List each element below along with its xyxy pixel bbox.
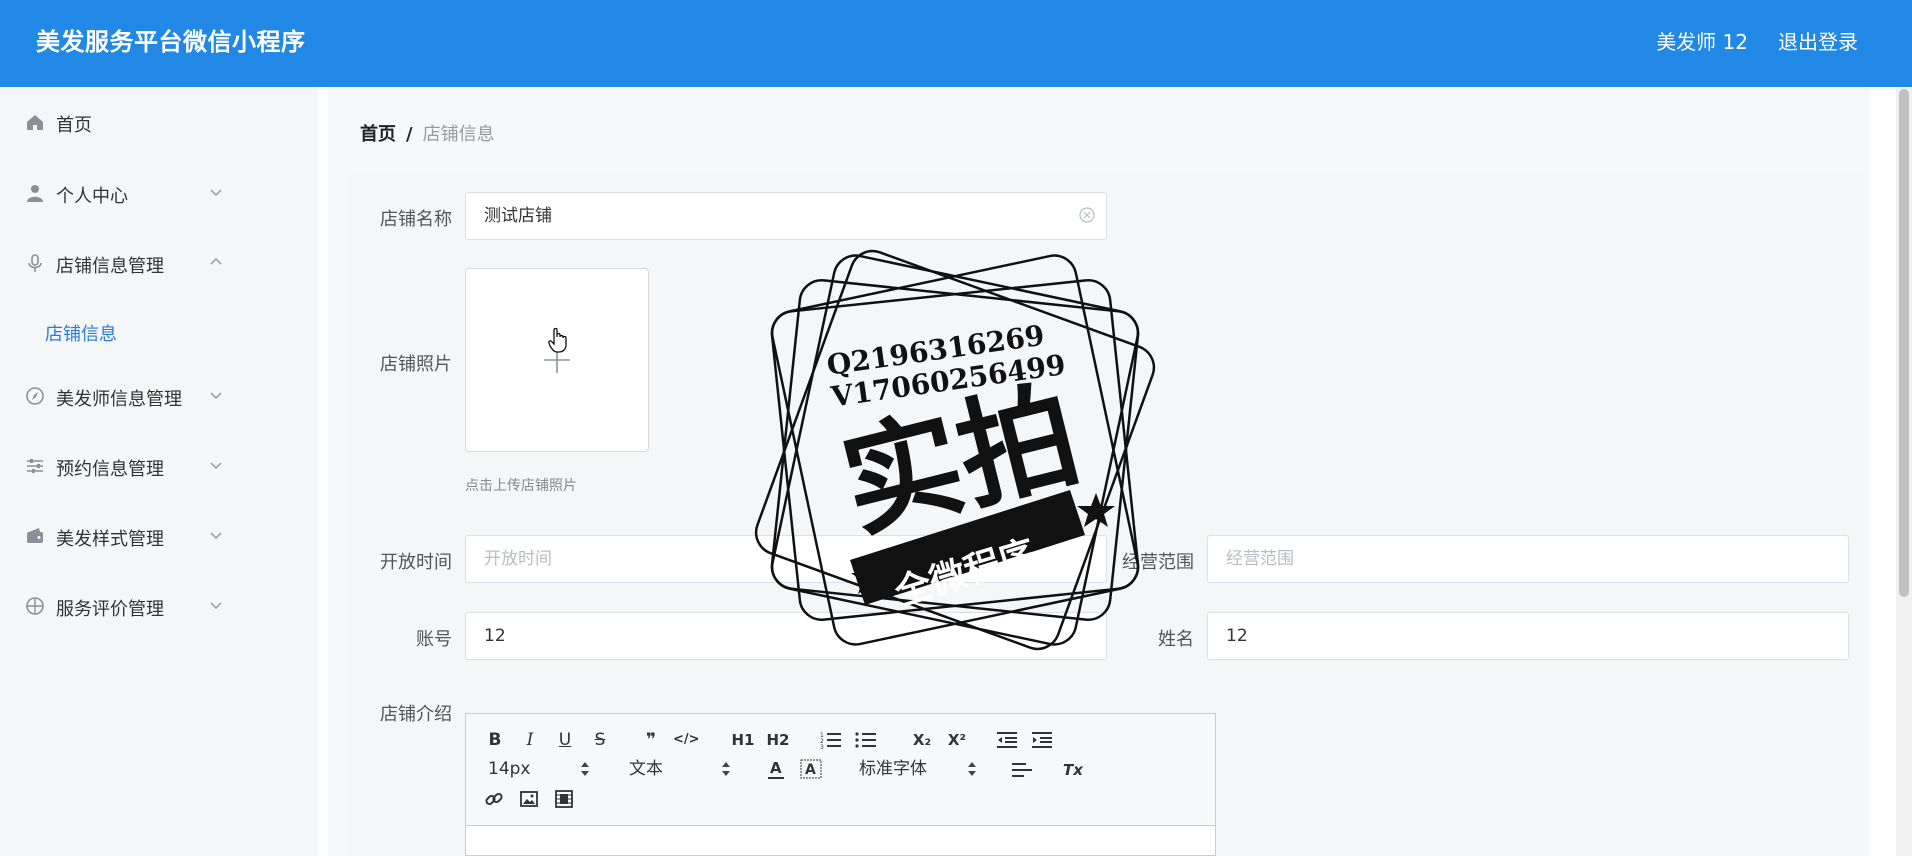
chevron-down-icon xyxy=(210,532,222,540)
sidebar-item-booking-management[interactable]: 预约信息管理 xyxy=(0,443,318,491)
align-left-icon[interactable] xyxy=(1012,761,1032,779)
indent-icon[interactable] xyxy=(1032,731,1052,749)
sidebar-item-home[interactable]: 首页 xyxy=(0,99,318,147)
breadcrumb-current: 店铺信息 xyxy=(422,124,495,145)
name-value: 12 xyxy=(1226,626,1248,646)
background-color-icon[interactable]: A xyxy=(800,759,822,779)
page-scrollbar[interactable] xyxy=(1896,87,1912,856)
sidebar-item-shop-management[interactable]: 店铺信息管理 xyxy=(0,240,318,288)
subscript-button[interactable]: X₂ xyxy=(907,728,937,752)
font-size-value: 14px xyxy=(488,759,531,779)
upload-hint: 点击上传店铺照片 xyxy=(465,478,577,494)
block-type-value: 文本 xyxy=(629,759,663,779)
open-time-placeholder: 开放时间 xyxy=(484,549,552,569)
heading-2-button[interactable]: H2 xyxy=(763,728,793,752)
wallet-icon xyxy=(27,528,43,543)
sidebar-subitem-shop-info[interactable]: 店铺信息 xyxy=(0,312,318,352)
clear-icon[interactable] xyxy=(1078,206,1096,224)
microphone-icon xyxy=(28,254,42,272)
svg-text:3: 3 xyxy=(820,744,824,749)
scope-input[interactable]: 经营范围 xyxy=(1207,535,1849,583)
chevron-down-icon xyxy=(210,462,222,470)
chevron-down-icon xyxy=(210,602,222,610)
superscript-button[interactable]: X² xyxy=(942,728,972,752)
sidebar-item-label: 服务评价管理 xyxy=(56,599,164,620)
outdent-icon[interactable] xyxy=(997,731,1017,749)
shop-photo-label: 店铺照片 xyxy=(380,354,452,375)
select-arrows-icon xyxy=(581,762,589,776)
intro-label: 店铺介绍 xyxy=(380,704,452,725)
sidebar-subitem-label: 店铺信息 xyxy=(45,324,117,345)
chevron-up-icon xyxy=(210,257,222,265)
sliders-icon xyxy=(27,459,43,473)
svg-text:A: A xyxy=(805,762,816,778)
shop-photo-upload[interactable] xyxy=(465,268,649,452)
sidebar-item-personal-center[interactable]: 个人中心 xyxy=(0,170,318,218)
chevron-down-icon xyxy=(210,189,222,197)
blockquote-button[interactable]: ❞ xyxy=(638,728,664,752)
rich-text-editor: B I U S ❞ </> H1 H2 123 X₂ X² 14px 文本 A … xyxy=(465,713,1216,856)
code-block-button[interactable]: </> xyxy=(673,728,700,752)
hand-cursor-icon xyxy=(548,327,567,353)
link-icon[interactable] xyxy=(485,790,503,808)
name-input[interactable]: 12 xyxy=(1207,612,1849,660)
select-arrows-icon xyxy=(722,762,730,776)
shop-name-label: 店铺名称 xyxy=(380,209,452,230)
sidebar-item-label: 美发样式管理 xyxy=(56,529,164,550)
font-size-select[interactable]: 14px xyxy=(488,757,589,781)
app-title: 美发服务平台微信小程序 xyxy=(36,28,306,56)
underline-button[interactable]: U xyxy=(552,728,578,752)
svg-text:A: A xyxy=(770,759,782,777)
logout-button[interactable]: 退出登录 xyxy=(1778,26,1858,55)
sidebar-item-label: 首页 xyxy=(56,115,92,136)
open-time-input[interactable]: 开放时间 xyxy=(465,535,1107,583)
shop-name-input[interactable]: 测试店铺 xyxy=(465,192,1107,240)
scope-placeholder: 经营范围 xyxy=(1226,549,1294,569)
chevron-down-icon xyxy=(210,392,222,400)
sidebar-item-stylist-management[interactable]: 美发师信息管理 xyxy=(0,373,318,421)
account-input[interactable]: 12 xyxy=(465,612,1107,660)
sidebar-item-label: 预约信息管理 xyxy=(56,459,164,480)
strikethrough-button[interactable]: S xyxy=(587,728,613,752)
scope-label: 经营范围 xyxy=(1122,552,1194,573)
sidebar-item-review-management[interactable]: 服务评价管理 xyxy=(0,583,318,631)
name-label: 姓名 xyxy=(1158,629,1194,650)
shop-name-value: 测试店铺 xyxy=(484,206,552,226)
clear-format-button[interactable]: Tx xyxy=(1060,758,1086,782)
user-icon xyxy=(27,185,43,202)
font-family-value: 标准字体 xyxy=(859,759,927,779)
video-icon[interactable] xyxy=(555,790,573,808)
sidebar-item-label: 个人中心 xyxy=(56,186,128,207)
account-value: 12 xyxy=(484,626,506,646)
top-header: 美发服务平台微信小程序 美发师 12 退出登录 xyxy=(0,0,1912,87)
sidebar-item-label: 美发师信息管理 xyxy=(56,389,182,410)
open-time-label: 开放时间 xyxy=(380,552,452,573)
breadcrumb-home[interactable]: 首页 xyxy=(360,124,396,145)
ordered-list-icon[interactable]: 123 xyxy=(820,731,842,749)
italic-button[interactable]: I xyxy=(517,728,543,752)
compass-icon xyxy=(26,387,44,405)
breadcrumb: 首页 / 店铺信息 xyxy=(360,120,495,146)
sidebar: 首页 个人中心 店铺信息管理 店铺信息 美发师信息管理 预约信息管理 美发样式管… xyxy=(0,87,318,856)
font-color-icon[interactable]: A xyxy=(766,759,786,781)
sidebar-item-hairstyle-management[interactable]: 美发样式管理 xyxy=(0,513,318,561)
sidebar-item-label: 店铺信息管理 xyxy=(56,256,164,277)
account-label: 账号 xyxy=(416,629,452,650)
current-user: 美发师 12 xyxy=(1656,30,1748,54)
crosshair-icon xyxy=(26,597,44,615)
bullet-list-icon[interactable] xyxy=(855,731,877,749)
scrollbar-thumb[interactable] xyxy=(1899,89,1909,597)
editor-toolbar: B I U S ❞ </> H1 H2 123 X₂ X² 14px 文本 A … xyxy=(466,714,1215,826)
heading-1-button[interactable]: H1 xyxy=(728,728,758,752)
font-family-select[interactable]: 标准字体 xyxy=(859,757,979,781)
home-icon xyxy=(27,115,43,130)
breadcrumb-separator: / xyxy=(406,124,413,145)
bold-button[interactable]: B xyxy=(482,728,508,752)
select-arrows-icon xyxy=(968,762,976,776)
image-icon[interactable] xyxy=(520,790,538,808)
block-type-select[interactable]: 文本 xyxy=(629,757,730,781)
